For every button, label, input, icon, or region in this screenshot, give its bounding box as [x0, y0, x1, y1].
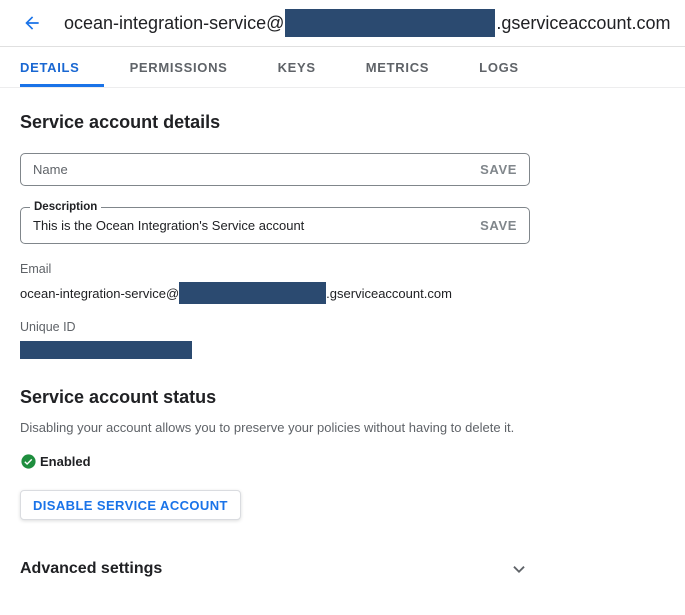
unique-id-label: Unique ID	[20, 320, 665, 334]
description-field-container: Description This is the Ocean Integratio…	[20, 207, 530, 244]
check-circle-icon	[20, 453, 37, 470]
description-save-button[interactable]: SAVE	[480, 218, 517, 233]
name-field-container: SAVE	[20, 153, 530, 186]
back-button[interactable]	[20, 11, 44, 35]
page-header: ocean-integration-service@ .gserviceacco…	[0, 0, 685, 46]
chevron-down-icon	[508, 558, 530, 580]
name-input[interactable]	[33, 162, 480, 177]
title-prefix: ocean-integration-service@	[64, 13, 284, 34]
status-heading: Service account status	[20, 387, 665, 408]
tab-details[interactable]: DETAILS	[20, 47, 104, 87]
status-badge: Enabled	[40, 454, 91, 469]
tab-metrics[interactable]: METRICS	[366, 47, 453, 87]
email-suffix: .gserviceaccount.com	[326, 286, 452, 301]
page-title: ocean-integration-service@ .gserviceacco…	[64, 9, 670, 37]
details-heading: Service account details	[20, 112, 665, 133]
status-row: Enabled	[20, 453, 665, 470]
redacted-unique-id	[20, 341, 192, 359]
tab-keys[interactable]: KEYS	[278, 47, 340, 87]
main-content: Service account details SAVE Description…	[0, 112, 685, 580]
email-label: Email	[20, 262, 665, 276]
description-input[interactable]: This is the Ocean Integration's Service …	[33, 218, 480, 233]
redacted-email-project-id	[179, 282, 326, 304]
tab-bar: DETAILS PERMISSIONS KEYS METRICS LOGS	[0, 46, 685, 88]
email-prefix: ocean-integration-service@	[20, 286, 179, 301]
tab-logs[interactable]: LOGS	[479, 47, 543, 87]
email-value: ocean-integration-service@ .gserviceacco…	[20, 282, 665, 304]
tab-permissions[interactable]: PERMISSIONS	[130, 47, 252, 87]
advanced-settings-toggle[interactable]: Advanced settings	[20, 558, 530, 580]
disable-service-account-button[interactable]: DISABLE SERVICE ACCOUNT	[20, 490, 241, 520]
status-description: Disabling your account allows you to pre…	[20, 420, 665, 435]
description-field-label: Description	[30, 201, 101, 214]
name-save-button[interactable]: SAVE	[480, 162, 517, 177]
redacted-project-id	[285, 9, 495, 37]
arrow-left-icon	[22, 13, 42, 33]
advanced-settings-heading: Advanced settings	[20, 560, 162, 578]
title-suffix: .gserviceaccount.com	[496, 13, 670, 34]
